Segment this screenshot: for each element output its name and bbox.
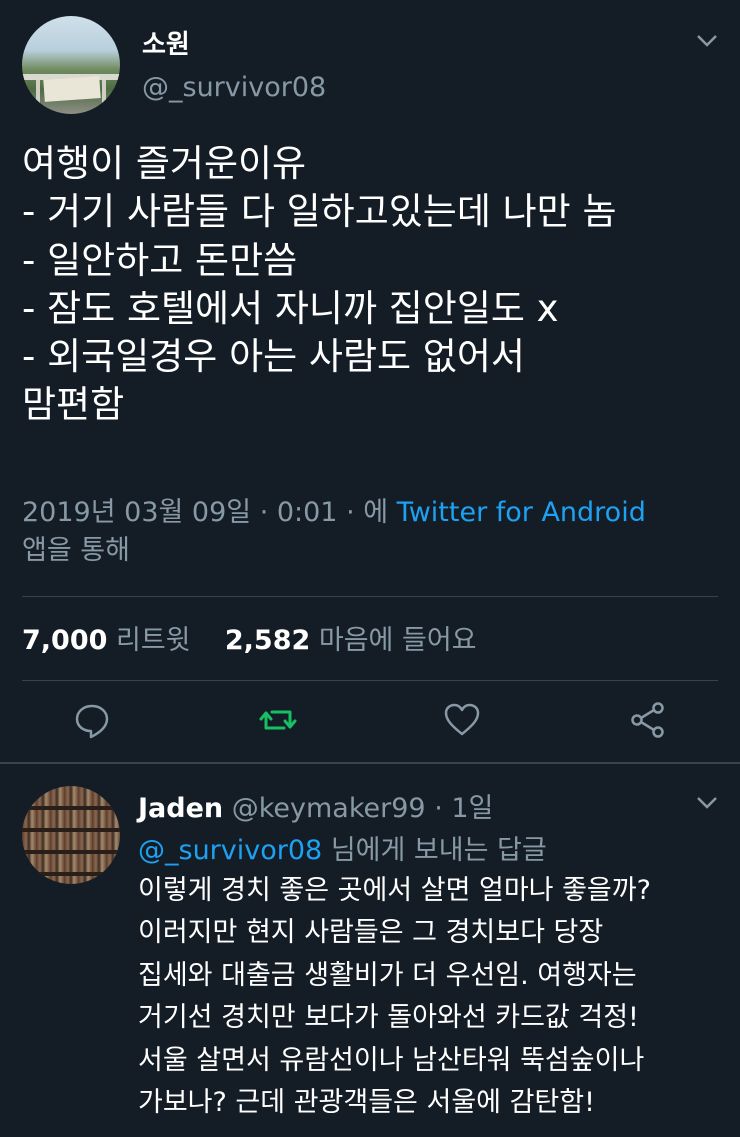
source-suffix: 앱을 통해 [22, 535, 130, 566]
avatar[interactable] [22, 16, 120, 114]
divider [22, 680, 718, 681]
tweet-date: 2019년 03월 09일 · 0:01 · 에 [22, 497, 397, 528]
reply-time: · 1일 [434, 793, 494, 824]
retweet-label: 리트윗 [116, 625, 191, 656]
reply-display-name[interactable]: Jaden [138, 793, 223, 824]
like-stat[interactable]: 2,582 마음에 들어요 [225, 625, 477, 656]
like-label: 마음에 들어요 [318, 625, 477, 656]
engagement-stats: 7,000 리트윗 2,582 마음에 들어요 [22, 618, 477, 657]
heart-icon[interactable] [442, 700, 482, 740]
reply-tweet[interactable]: Jaden @keymaker99 · 1일 @_survivor08 님에게 … [0, 766, 740, 1137]
section-divider [0, 762, 740, 764]
reply-text: 이렇게 경치 좋은 곳에서 살면 얼마나 좋을까? 이러지만 현지 사람들은 그… [138, 875, 651, 1119]
retweet-count: 7,000 [22, 625, 108, 656]
main-tweet: 소원 @_survivor08 여행이 즐거운이유 - 거기 사람들 다 일하고… [0, 0, 740, 760]
reply-header: Jaden @keymaker99 · 1일 [138, 786, 493, 825]
source-app-link[interactable]: Twitter for Android [397, 497, 646, 528]
reply-handle[interactable]: @keymaker99 [232, 793, 426, 824]
user-handle[interactable]: @_survivor08 [142, 72, 326, 103]
action-bar [0, 700, 740, 740]
chevron-down-icon[interactable] [696, 796, 718, 810]
mention-link[interactable]: @_survivor08 [138, 835, 322, 866]
reply-to-label: 님에게 보내는 답글 [330, 835, 547, 866]
reply-to-line: @_survivor08 님에게 보내는 답글 [138, 828, 547, 867]
reply-avatar[interactable] [22, 786, 120, 884]
reply-icon[interactable] [72, 700, 112, 740]
display-name[interactable]: 소원 [142, 24, 190, 61]
retweet-icon[interactable] [258, 700, 298, 740]
share-icon[interactable] [628, 700, 668, 740]
like-count: 2,582 [224, 625, 311, 656]
tweet-text: 여행이 즐거운이유 - 거기 사람들 다 일하고있는데 나만 놈 - 일안하고 … [22, 142, 617, 427]
divider [22, 596, 718, 597]
tweet-meta: 2019년 03월 09일 · 0:01 · 에 Twitter for And… [22, 494, 722, 570]
retweet-stat[interactable]: 7,000 리트윗 [22, 625, 191, 656]
avatar-sign [43, 76, 101, 102]
chevron-down-icon[interactable] [696, 34, 718, 48]
